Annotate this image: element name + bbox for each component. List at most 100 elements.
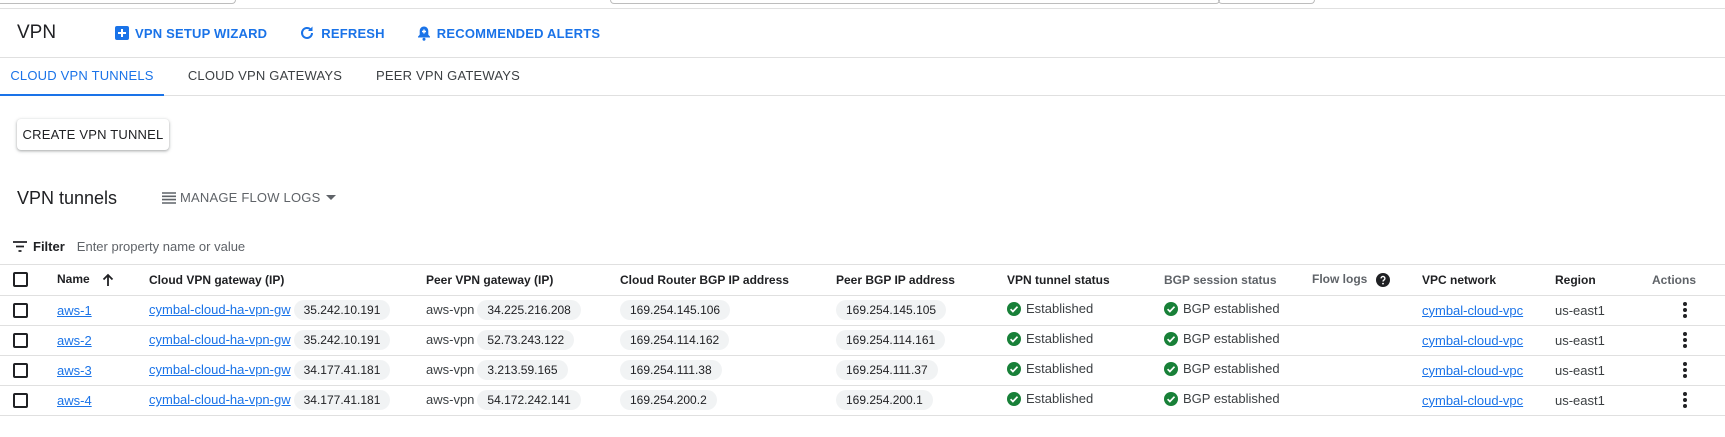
search-bar-edge[interactable] xyxy=(1218,0,1315,4)
row-checkbox[interactable] xyxy=(13,393,28,409)
page-title: VPN xyxy=(17,22,57,43)
check-circle-icon xyxy=(1164,391,1178,406)
row-checkbox[interactable] xyxy=(13,363,28,379)
cloud-gateway-link[interactable]: cymbal-cloud-ha-vpn-gw xyxy=(149,332,291,347)
tunnel-name-link[interactable]: aws-3 xyxy=(57,363,92,378)
cloud-gateway-ip: 35.242.10.191 xyxy=(293,330,391,350)
vpc-network-link[interactable]: cymbal-cloud-vpc xyxy=(1422,393,1523,408)
cloud-router-bgp-ip: 169.254.200.2 xyxy=(620,390,717,410)
table-row: aws-3 cymbal-cloud-ha-vpn-gw 34.177.41.18… xyxy=(0,355,1725,386)
tunnel-name-link[interactable]: aws-1 xyxy=(57,303,92,318)
alert-bell-icon xyxy=(417,26,430,41)
vpn-tunnels-table: Name Cloud VPN gateway (IP) Peer VPN gat… xyxy=(0,265,1725,416)
tab-peer-vpn-gateways[interactable]: PEER VPN GATEWAYS xyxy=(370,58,526,96)
caret-down-icon xyxy=(326,194,337,200)
add-box-icon xyxy=(115,26,129,40)
vpc-network-link[interactable]: cymbal-cloud-vpc xyxy=(1422,303,1523,318)
check-circle-icon xyxy=(1007,361,1021,376)
column-header-region: Region xyxy=(1555,265,1652,296)
cloud-router-bgp-ip: 169.254.145.106 xyxy=(620,300,731,320)
sort-ascending-icon[interactable] xyxy=(101,273,115,287)
bgp-session-status-text: BGP established xyxy=(1183,361,1280,377)
recommended-alerts-label: RECOMMENDED ALERTS xyxy=(436,25,601,41)
tunnel-name-link[interactable]: aws-4 xyxy=(57,393,92,408)
refresh-icon xyxy=(301,26,314,39)
tunnel-status-text: Established xyxy=(1026,361,1094,377)
table-header-row: Name Cloud VPN gateway (IP) Peer VPN gat… xyxy=(0,265,1725,296)
filter-label: Filter xyxy=(33,239,65,254)
cloud-gateway-link[interactable]: cymbal-cloud-ha-vpn-gw xyxy=(149,302,291,317)
recommended-alerts-button[interactable]: RECOMMENDED ALERTS xyxy=(417,25,600,41)
bgp-session-status-text: BGP established xyxy=(1183,331,1280,347)
tunnel-status-text: Established xyxy=(1026,301,1094,317)
manage-flow-logs-label: MANAGE FLOW LOGS xyxy=(180,190,321,205)
flow-logs-cell xyxy=(1312,385,1422,416)
peer-bgp-ip: 169.254.114.161 xyxy=(836,330,946,350)
flow-logs-cell xyxy=(1312,355,1422,386)
cloud-gateway-ip: 35.242.10.191 xyxy=(293,300,391,320)
column-header-flow-logs: Flow logs xyxy=(1312,265,1422,296)
cloud-gateway-link[interactable]: cymbal-cloud-ha-vpn-gw xyxy=(149,392,291,407)
check-circle-icon xyxy=(1007,391,1021,406)
vpn-setup-wizard-button[interactable]: VPN SETUP WIZARD xyxy=(115,26,267,41)
bgp-session-status: BGP established xyxy=(1164,361,1280,376)
page-header: VPN VPN SETUP WIZARD REFRESH RECOMMENDED… xyxy=(0,9,1725,58)
more-actions-icon[interactable] xyxy=(1682,331,1688,349)
refresh-label: REFRESH xyxy=(321,25,385,41)
cloud-gateway-link[interactable]: cymbal-cloud-ha-vpn-gw xyxy=(149,362,291,377)
peer-gateway-name: aws-vpn xyxy=(426,302,475,317)
vpc-network-link[interactable]: cymbal-cloud-vpc xyxy=(1422,363,1523,378)
row-checkbox[interactable] xyxy=(13,303,28,319)
filter-input[interactable] xyxy=(74,238,475,255)
table-row: aws-2 cymbal-cloud-ha-vpn-gw 35.242.10.19… xyxy=(0,325,1725,356)
column-header-peer-bgp: Peer BGP IP address xyxy=(836,265,1007,296)
filter-bar: Filter xyxy=(0,229,1725,265)
tunnel-status: Established xyxy=(1007,301,1093,316)
region-text: us-east1 xyxy=(1555,332,1605,348)
peer-gateway-ip: 52.73.243.122 xyxy=(477,330,575,350)
peer-gateway-name: aws-vpn xyxy=(426,392,475,407)
vpc-network-link[interactable]: cymbal-cloud-vpc xyxy=(1422,333,1523,348)
peer-gateway-ip: 34.225.216.208 xyxy=(477,300,581,320)
filter-icon xyxy=(13,241,27,252)
more-actions-icon[interactable] xyxy=(1682,301,1688,319)
region-text: us-east1 xyxy=(1555,302,1605,318)
row-checkbox[interactable] xyxy=(13,333,28,349)
column-header-peer-vpn-gateway: Peer VPN gateway (IP) xyxy=(426,265,620,296)
bgp-session-status-text: BGP established xyxy=(1183,391,1280,407)
vpn-setup-wizard-label: VPN SETUP WIZARD xyxy=(135,25,268,41)
tunnel-status: Established xyxy=(1007,361,1093,376)
help-icon[interactable] xyxy=(1375,273,1390,288)
column-header-vpc-network: VPC network xyxy=(1422,265,1555,296)
check-circle-icon xyxy=(1007,301,1021,316)
check-circle-icon xyxy=(1164,301,1178,316)
cloud-router-bgp-ip: 169.254.111.38 xyxy=(620,360,722,380)
search-bar-edge[interactable] xyxy=(610,0,1220,4)
section-title: VPN tunnels xyxy=(17,188,118,208)
table-row: aws-4 cymbal-cloud-ha-vpn-gw 34.177.41.18… xyxy=(0,385,1725,416)
create-vpn-tunnel-button[interactable]: CREATE VPN TUNNEL xyxy=(17,119,169,150)
top-strip xyxy=(0,0,1725,9)
tab-cloud-vpn-gateways[interactable]: CLOUD VPN GATEWAYS xyxy=(180,58,350,96)
more-actions-icon[interactable] xyxy=(1682,391,1688,409)
manage-flow-logs-button[interactable]: MANAGE FLOW LOGS xyxy=(162,190,337,205)
column-header-name[interactable]: Name xyxy=(57,265,149,296)
more-actions-icon[interactable] xyxy=(1682,361,1688,379)
peer-gateway-name: aws-vpn xyxy=(426,362,475,377)
list-icon xyxy=(162,191,176,204)
tunnel-name-link[interactable]: aws-2 xyxy=(57,333,92,348)
column-header-name-label: Name xyxy=(57,272,90,287)
check-circle-icon xyxy=(1164,331,1178,346)
bgp-session-status-text: BGP established xyxy=(1183,301,1280,317)
peer-bgp-ip: 169.254.145.105 xyxy=(836,300,947,320)
tunnel-status-text: Established xyxy=(1026,391,1094,407)
check-circle-icon xyxy=(1164,361,1178,376)
bgp-session-status: BGP established xyxy=(1164,301,1280,316)
column-header-flow-logs-label: Flow logs xyxy=(1312,272,1368,287)
bgp-session-status: BGP established xyxy=(1164,391,1280,406)
refresh-button[interactable]: REFRESH xyxy=(299,25,385,41)
select-all-checkbox[interactable] xyxy=(13,272,28,288)
check-circle-icon xyxy=(1007,331,1021,346)
column-header-vpn-tunnel-status: VPN tunnel status xyxy=(1007,265,1164,296)
tab-cloud-vpn-tunnels[interactable]: CLOUD VPN TUNNELS xyxy=(0,58,164,96)
